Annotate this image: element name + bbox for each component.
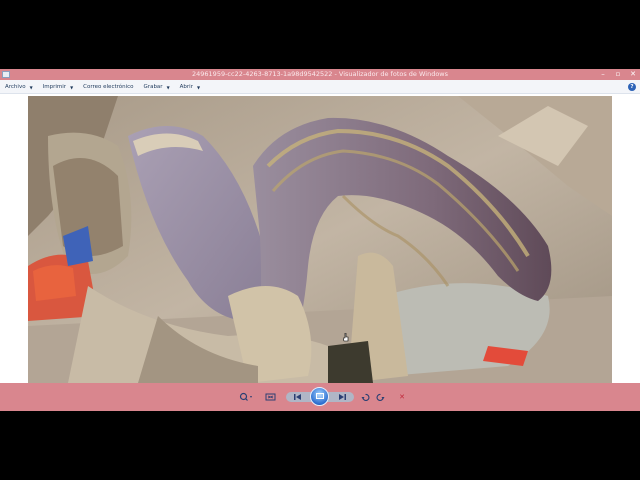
photo <box>28 96 612 383</box>
window-title: 24961959-cc22-4263-8713-1a98d9542522 - V… <box>192 70 448 78</box>
previous-icon[interactable] <box>292 392 304 402</box>
photo-viewer-window: 24961959-cc22-4263-8713-1a98d9542522 - V… <box>0 69 640 411</box>
chevron-down-icon: ▼ <box>70 84 74 90</box>
zoom-icon[interactable] <box>238 392 254 402</box>
rotate-right-icon[interactable] <box>375 392 385 402</box>
chevron-down-icon: ▼ <box>29 84 33 90</box>
next-icon[interactable] <box>336 392 348 402</box>
chevron-down-icon: ▼ <box>166 84 170 90</box>
delete-icon[interactable]: ✕ <box>397 392 407 402</box>
maximize-icon[interactable]: ▫ <box>614 69 622 80</box>
photo-image <box>28 96 612 383</box>
rotate-left-icon[interactable] <box>360 392 370 402</box>
menu-correo[interactable]: Correo electrónico <box>83 84 133 90</box>
menu-grabar[interactable]: Grabar ▼ <box>144 84 170 90</box>
chevron-down-icon: ▼ <box>196 84 201 90</box>
help-icon[interactable]: ? <box>628 83 636 91</box>
close-icon[interactable]: ✕ <box>629 69 637 80</box>
bottom-toolbar: ✕ <box>0 383 640 411</box>
minimize-icon[interactable]: – <box>599 69 607 80</box>
slideshow-icon[interactable] <box>310 387 329 406</box>
hand-cursor-icon <box>343 333 349 342</box>
actual-size-icon[interactable] <box>264 392 276 402</box>
photo-view-area[interactable] <box>0 94 640 383</box>
menu-imprimir[interactable]: Imprimir ▼ <box>43 84 74 90</box>
title-bar[interactable]: 24961959-cc22-4263-8713-1a98d9542522 - V… <box>0 69 640 80</box>
menu-abrir[interactable]: Abrir ▼ <box>180 84 200 90</box>
menu-archivo[interactable]: Archivo ▼ <box>5 84 33 90</box>
menu-bar: Archivo ▼ Imprimir ▼ Correo electrónico Gr… <box>0 80 640 94</box>
